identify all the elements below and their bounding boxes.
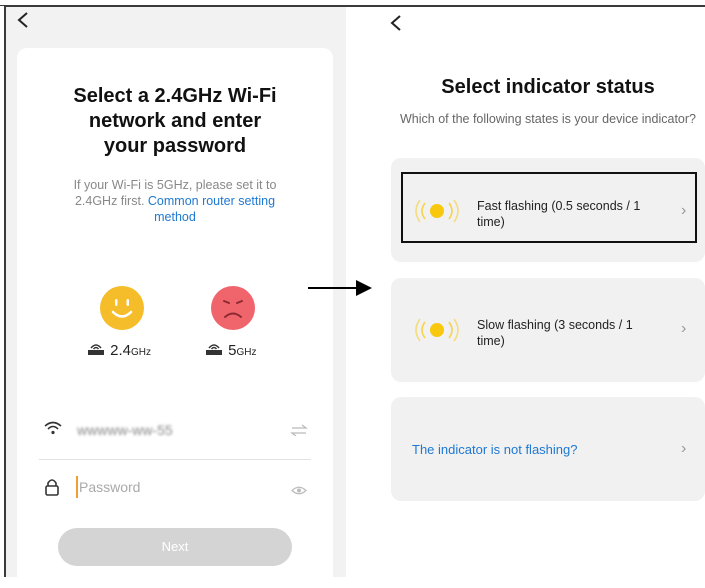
- next-button[interactable]: Next: [58, 528, 292, 566]
- option-label-line: time): [477, 334, 505, 348]
- page-title: Select a 2.4GHz Wi-Fi network and enter …: [23, 84, 327, 159]
- option-label: Slow flashing (3 seconds / 1 time): [477, 317, 657, 349]
- indicator-subtitle: Which of the following states is your de…: [400, 112, 696, 126]
- title-line: Select a 2.4GHz Wi-Fi: [73, 85, 277, 107]
- chevron-right-icon: ›: [681, 202, 687, 219]
- router-icon: [88, 344, 104, 355]
- chevron-left-icon: [17, 12, 28, 28]
- happy-face-icon: [99, 285, 145, 336]
- band-unit: GHz: [236, 347, 257, 358]
- flashing-indicator-icon: [414, 196, 460, 231]
- router-setting-link[interactable]: Common router setting: [148, 194, 275, 208]
- back-button[interactable]: [389, 14, 403, 37]
- field-separator: [39, 459, 311, 460]
- option-label: Fast flashing (0.5 seconds / 1 time): [477, 198, 657, 230]
- hint-line: 2.4GHz first. Common router setting: [23, 193, 327, 209]
- wifi-name-field[interactable]: wwwww-ww-55: [77, 422, 173, 438]
- indicator-title: Select indicator status: [441, 76, 655, 98]
- back-button[interactable]: [16, 11, 30, 33]
- band-value: 2.4: [110, 342, 132, 359]
- left-border: [0, 6, 6, 577]
- band-5g-label: 5GHz: [204, 342, 257, 359]
- transition-arrow: [308, 287, 362, 289]
- chevron-right-icon: ›: [681, 320, 687, 337]
- password-input[interactable]: Password: [79, 479, 140, 495]
- wifi-icon: [44, 421, 62, 440]
- router-setting-link-cont[interactable]: method: [23, 209, 327, 225]
- lock-icon: [44, 478, 60, 501]
- band-2g-label: 2.4GHz: [86, 342, 151, 359]
- option-label-line: time): [477, 215, 505, 229]
- text-cursor: [76, 476, 78, 498]
- switch-network-icon[interactable]: [290, 423, 308, 441]
- chevron-left-icon: [390, 15, 401, 31]
- not-flashing-link[interactable]: The indicator is not flashing?: [412, 442, 577, 457]
- title-line: your password: [103, 135, 247, 157]
- chevron-right-icon: ›: [681, 440, 687, 457]
- flashing-indicator-icon: [414, 315, 460, 350]
- hint-text: If your Wi-Fi is 5GHz, please set it to …: [23, 177, 327, 225]
- router-icon: [206, 344, 222, 355]
- eye-icon[interactable]: [291, 483, 307, 501]
- band-unit: GHz: [131, 347, 152, 358]
- band-value: 5: [228, 342, 237, 359]
- sad-face-icon: [210, 285, 256, 336]
- option-label-line: Fast flashing (0.5 seconds / 1: [477, 199, 641, 213]
- option-label-line: Slow flashing (3 seconds / 1: [477, 318, 633, 332]
- hint-line: If your Wi-Fi is 5GHz, please set it to: [73, 178, 277, 192]
- arrow-head-icon: [356, 280, 372, 301]
- title-line: network and enter: [88, 110, 262, 132]
- hint-prefix: 2.4GHz first.: [74, 194, 148, 208]
